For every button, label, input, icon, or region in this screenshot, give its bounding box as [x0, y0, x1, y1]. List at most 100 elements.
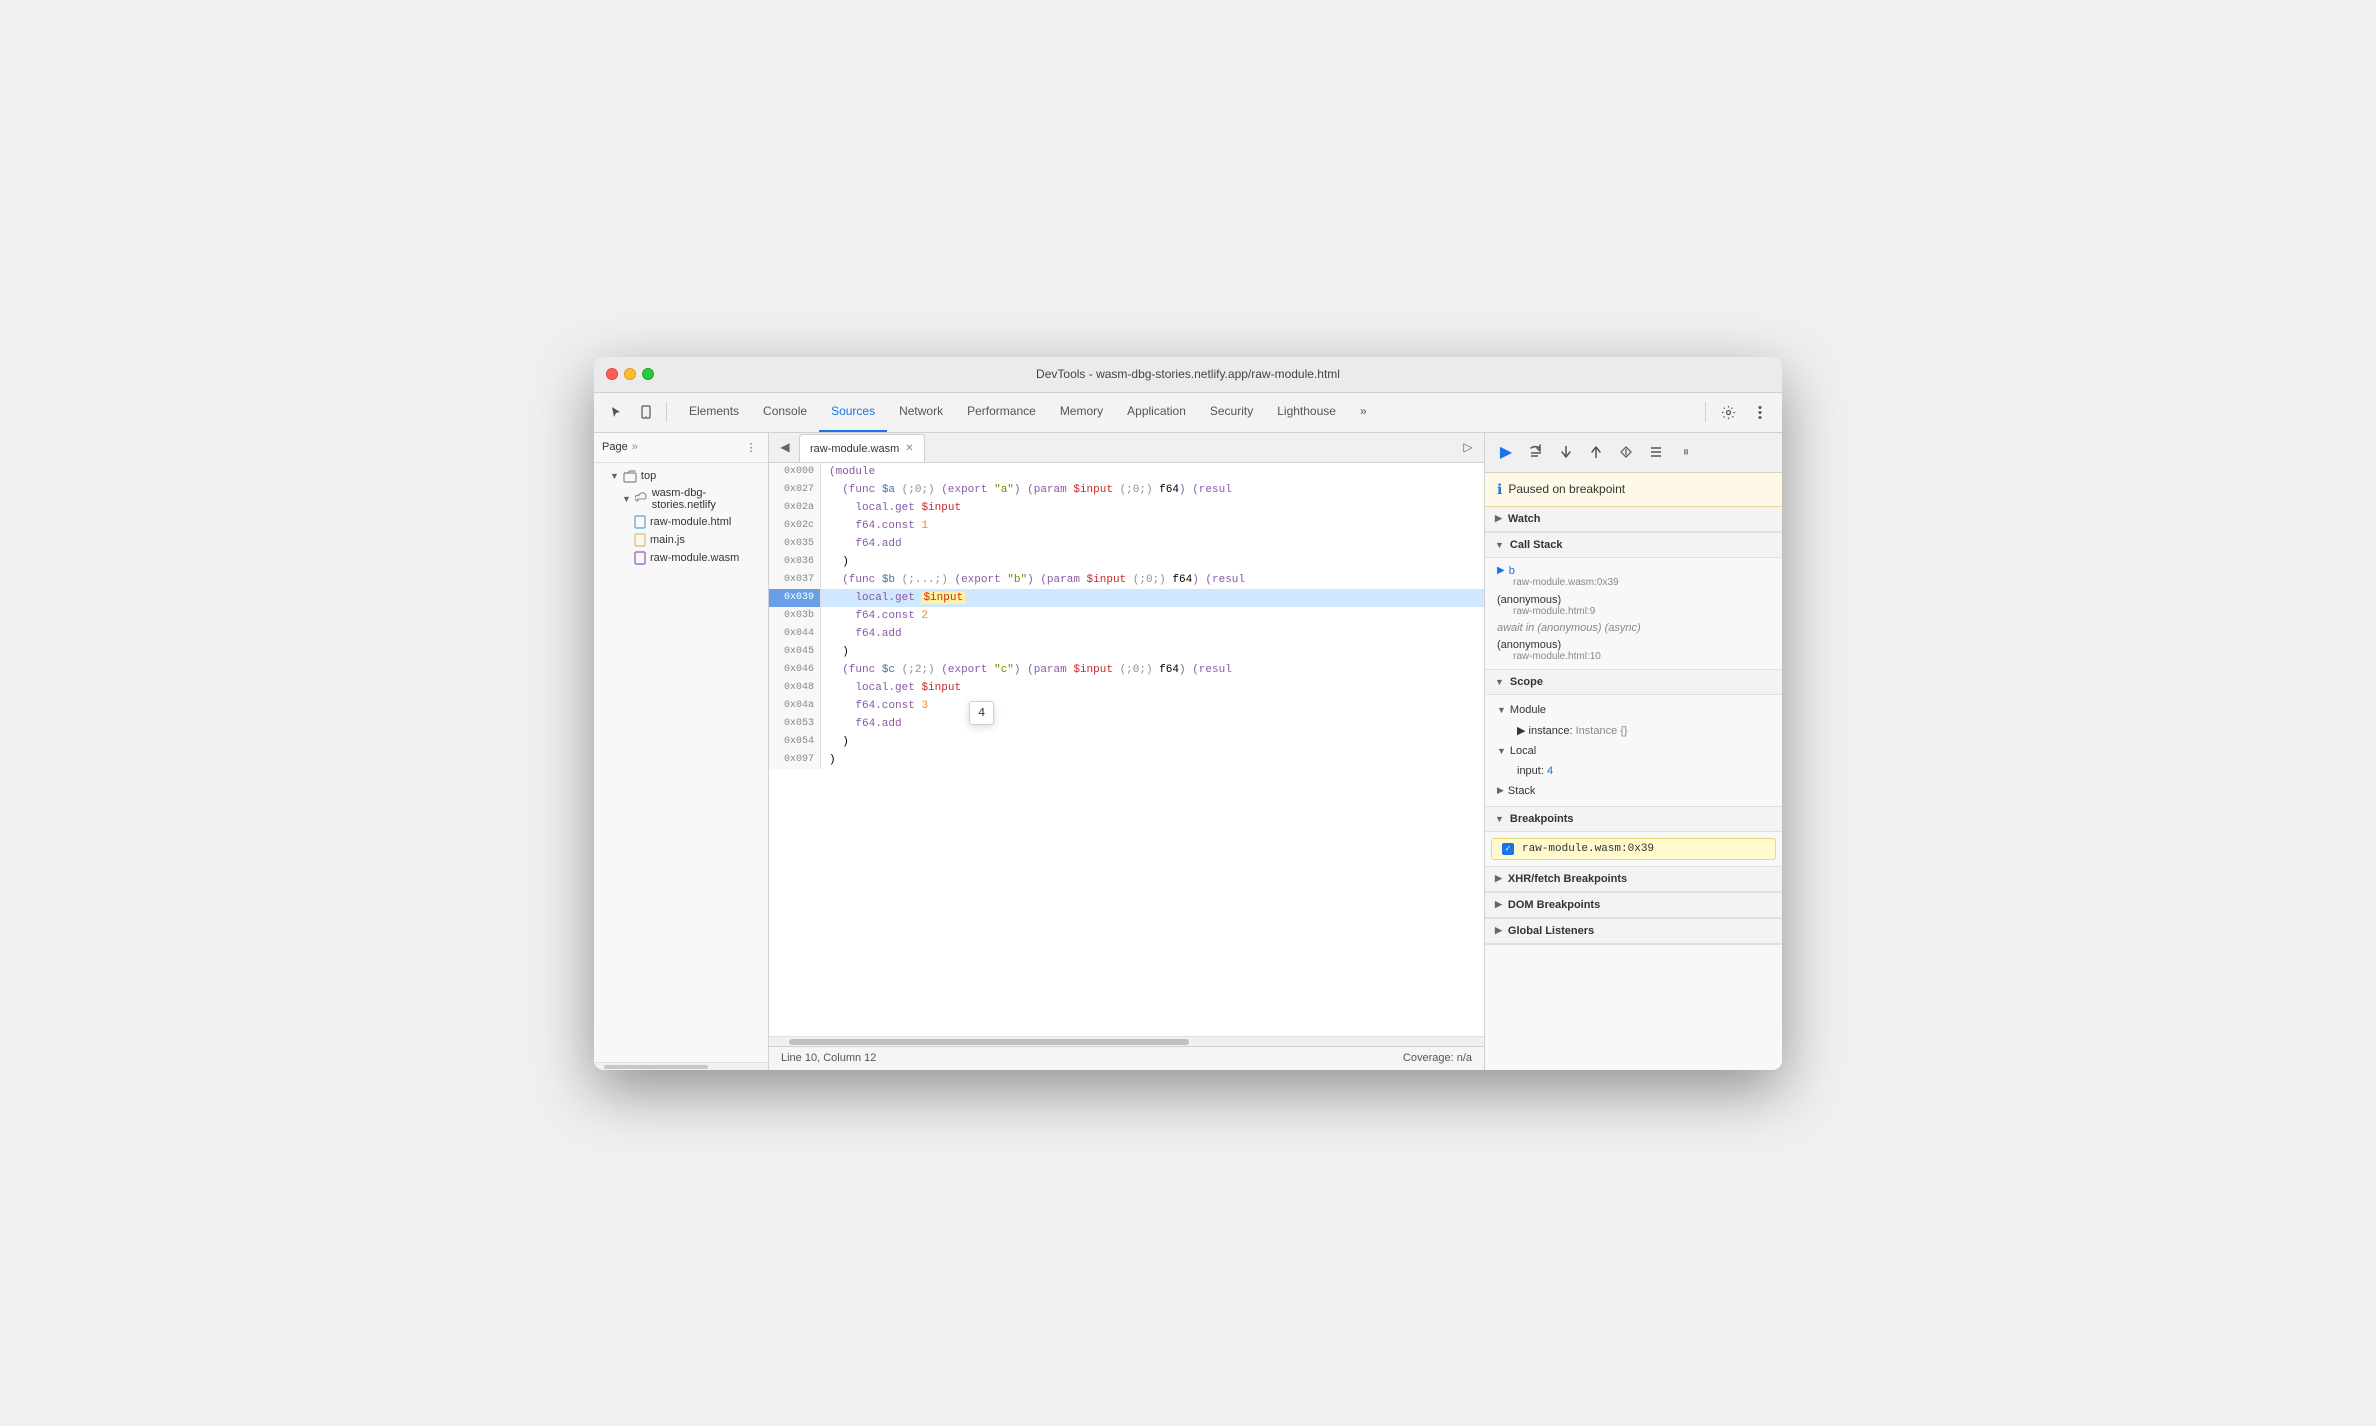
tree-item-mainjs[interactable]: main.js	[594, 531, 768, 549]
code-line-0x02a: 0x02a local.get $input	[769, 499, 1484, 517]
cursor-icon[interactable]	[602, 398, 630, 426]
line-addr-0x053: 0x053	[769, 715, 821, 733]
dom-breakpoints-header[interactable]: ▶ DOM Breakpoints	[1485, 893, 1782, 918]
xhr-breakpoints-header[interactable]: ▶ XHR/fetch Breakpoints	[1485, 867, 1782, 892]
sidebar-menu-icon[interactable]: ⋮	[742, 438, 760, 456]
tree-item-raw-html[interactable]: raw-module.html	[594, 513, 768, 531]
step-into-button[interactable]	[1553, 439, 1579, 465]
tree-item-wasm[interactable]: raw-module.wasm	[594, 549, 768, 567]
global-listeners-header[interactable]: ▶ Global Listeners	[1485, 919, 1782, 944]
file-html-icon	[634, 515, 646, 529]
call-stack-item-anon1[interactable]: (anonymous) raw-module.html:9	[1485, 591, 1782, 620]
line-addr-0x046: 0x046	[769, 661, 821, 679]
code-editor[interactable]: 0x000 (module 0x027 (func $a (;0;) (expo…	[769, 463, 1484, 1036]
tree-arrow-netlify: ▼	[622, 494, 631, 504]
tab-network[interactable]: Network	[887, 393, 955, 432]
paused-message: Paused on breakpoint	[1508, 482, 1625, 496]
sidebar-scrollbar	[594, 1062, 768, 1070]
line-addr-0x045: 0x045	[769, 643, 821, 661]
tree-item-netlify[interactable]: ▼ wasm-dbg-stories.netlify	[594, 485, 768, 513]
line-content-0x02c: f64.const 1	[821, 517, 1484, 535]
tab-elements[interactable]: Elements	[677, 393, 751, 432]
line-content-0x046: (func $c (;2;) (export "c") (param $inpu…	[821, 661, 1484, 679]
line-addr-0x02c: 0x02c	[769, 517, 821, 535]
line-content-0x097: )	[821, 751, 1484, 769]
tab-sources[interactable]: Sources	[819, 393, 887, 432]
pause-button[interactable]: ⏸	[1673, 439, 1699, 465]
tab-lighthouse[interactable]: Lighthouse	[1265, 393, 1348, 432]
dom-arrow: ▶	[1495, 899, 1502, 910]
step-over-button[interactable]	[1523, 439, 1549, 465]
paused-banner: ℹ Paused on breakpoint	[1485, 473, 1782, 507]
scope-module-instance[interactable]: ▶ instance: Instance {}	[1485, 721, 1782, 740]
play-icon[interactable]: ▷	[1456, 435, 1480, 459]
code-line-0x036: 0x036 )	[769, 553, 1484, 571]
editor-tab-close[interactable]: ✕	[905, 443, 913, 454]
tab-security[interactable]: Security	[1198, 393, 1265, 432]
editor-nav-back[interactable]: ◀	[773, 435, 797, 459]
editor-tab-wasm[interactable]: raw-module.wasm ✕	[799, 434, 925, 462]
window-title: DevTools - wasm-dbg-stories.netlify.app/…	[1036, 367, 1340, 381]
call-stack-arrow: ▼	[1495, 540, 1504, 550]
line-content-0x027: (func $a (;0;) (export "a") (param $inpu…	[821, 481, 1484, 499]
scope-stack-header[interactable]: ▶ Stack	[1485, 780, 1782, 802]
step-out-button[interactable]	[1583, 439, 1609, 465]
tree-label-mainjs: main.js	[650, 534, 685, 546]
scope-module-header[interactable]: ▼ Module	[1485, 699, 1782, 721]
tree-label-netlify: wasm-dbg-stories.netlify	[652, 487, 760, 511]
breakpoints-header[interactable]: ▼ Breakpoints	[1485, 807, 1782, 832]
minimize-button[interactable]	[624, 368, 636, 380]
scope-local-input-val: 4	[1547, 765, 1553, 777]
call-stack-await: await in (anonymous) (async)	[1485, 620, 1782, 636]
tree-item-top[interactable]: ▼ top	[594, 467, 768, 485]
code-line-0x04a: 0x04a f64.const 3	[769, 697, 1484, 715]
watch-header[interactable]: ▶ Watch	[1485, 507, 1782, 532]
close-button[interactable]	[606, 368, 618, 380]
call-stack-loc-anon1: raw-module.html:9	[1497, 606, 1770, 617]
scope-instance-key: ▶ instance:	[1517, 725, 1576, 737]
scope-stack-label: Stack	[1508, 785, 1536, 797]
tab-application[interactable]: Application	[1115, 393, 1198, 432]
toolbar-right	[1701, 398, 1774, 426]
folder-icon	[623, 469, 637, 483]
call-stack-body: ▶ b raw-module.wasm:0x39 (anonymous) raw…	[1485, 558, 1782, 669]
mobile-icon[interactable]	[632, 398, 660, 426]
settings-icon[interactable]	[1714, 398, 1742, 426]
editor-scrollbar-thumb[interactable]	[789, 1039, 1189, 1045]
code-line-0x037: 0x037 (func $b (;...;) (export "b") (par…	[769, 571, 1484, 589]
sidebar-more[interactable]: »	[632, 441, 638, 453]
tab-memory[interactable]: Memory	[1048, 393, 1115, 432]
more-options-icon[interactable]	[1746, 398, 1774, 426]
tab-console[interactable]: Console	[751, 393, 819, 432]
code-line-0x03b: 0x03b f64.const 2	[769, 607, 1484, 625]
global-listeners-arrow: ▶	[1495, 925, 1502, 936]
call-stack-header[interactable]: ▼ Call Stack	[1485, 533, 1782, 558]
scope-local-header[interactable]: ▼ Local	[1485, 740, 1782, 762]
line-content-0x048: local.get $input	[821, 679, 1484, 697]
code-line-0x054: 0x054 )	[769, 733, 1484, 751]
breakpoint-checkbox[interactable]: ✓	[1502, 843, 1514, 855]
call-stack-item-anon2[interactable]: (anonymous) raw-module.html:10	[1485, 636, 1782, 665]
line-addr-0x03b: 0x03b	[769, 607, 821, 625]
editor-horizontal-scrollbar[interactable]	[769, 1036, 1484, 1046]
resume-button[interactable]: ▶	[1493, 439, 1519, 465]
line-content-0x045: )	[821, 643, 1484, 661]
call-stack-item-b[interactable]: ▶ b raw-module.wasm:0x39	[1485, 562, 1782, 591]
traffic-lights	[606, 368, 654, 380]
scope-header[interactable]: ▼ Scope	[1485, 670, 1782, 695]
tab-more[interactable]: »	[1348, 393, 1379, 432]
devtools-window: DevTools - wasm-dbg-stories.netlify.app/…	[594, 357, 1782, 1070]
xhr-arrow: ▶	[1495, 873, 1502, 884]
maximize-button[interactable]	[642, 368, 654, 380]
code-line-0x046: 0x046 (func $c (;2;) (export "c") (param…	[769, 661, 1484, 679]
title-bar: DevTools - wasm-dbg-stories.netlify.app/…	[594, 357, 1782, 393]
sidebar-scrollbar-thumb[interactable]	[604, 1065, 708, 1069]
line-content-0x04a: f64.const 3	[821, 697, 1484, 715]
breakpoint-item-0x39[interactable]: ✓ raw-module.wasm:0x39	[1491, 838, 1776, 860]
code-line-0x048: 0x048 local.get $input	[769, 679, 1484, 697]
scope-section: ▼ Scope ▼ Module ▶ instance: Instance {}	[1485, 670, 1782, 807]
step-button[interactable]	[1613, 439, 1639, 465]
line-addr-0x048: 0x048	[769, 679, 821, 697]
edit-breakpoints-button[interactable]	[1643, 439, 1669, 465]
tab-performance[interactable]: Performance	[955, 393, 1048, 432]
